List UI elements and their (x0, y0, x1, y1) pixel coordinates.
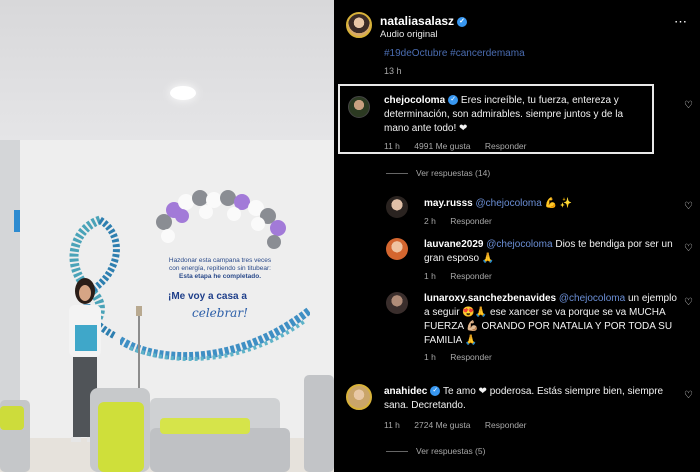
comment-time: 1 h (424, 271, 436, 281)
video-frame[interactable]: Hazdonar esta campana tres veces con ene… (0, 0, 334, 472)
ceiling-lamp (170, 86, 196, 100)
comment-avatar[interactable] (386, 238, 408, 260)
comment-username[interactable]: chejocoloma (384, 95, 445, 106)
view-replies-button[interactable]: Ver respuestas (5) (386, 446, 485, 456)
more-options-icon[interactable]: ⋯ (674, 14, 688, 30)
author-avatar[interactable] (346, 12, 372, 38)
comment-meta: 2 h Responder (424, 216, 504, 226)
balloon-arch (156, 190, 286, 249)
view-replies-label[interactable]: Ver respuestas (5) (416, 446, 485, 456)
comment-mention[interactable]: @chejocoloma (559, 293, 625, 304)
verified-badge-icon: ✓ (448, 95, 459, 106)
comment-username[interactable]: lauvane2029 (424, 239, 484, 250)
author-username[interactable]: nataliasalasz ✓ (380, 14, 468, 28)
comment-avatar[interactable] (386, 196, 408, 218)
waiting-room-sofa (90, 388, 290, 472)
wall-line-3: Esta etapa he completado. (179, 273, 261, 280)
like-heart-icon[interactable]: ♡ (684, 390, 693, 401)
comment-likes[interactable]: 4991 Me gusta (414, 141, 470, 151)
like-heart-icon[interactable]: ♡ (684, 100, 693, 111)
fish-mural (120, 306, 310, 362)
comment-avatar[interactable] (346, 384, 372, 410)
wall-message: Hazdonar esta campana tres veces con ene… (150, 257, 290, 281)
comment-meta: 1 h Responder (424, 352, 504, 362)
wall-line-1: Hazdonar esta campana tres veces (168, 257, 272, 264)
waiting-room-chair-right (304, 375, 334, 472)
comment-text: may.russs @chejocoloma 💪 ✨ (424, 197, 674, 211)
comment-time: 1 h (424, 352, 436, 362)
bell-stand (136, 306, 142, 390)
like-heart-icon[interactable]: ♡ (684, 243, 693, 254)
author-username-text[interactable]: nataliasalasz (380, 14, 454, 28)
comment-text: lauvane2029 @chejocoloma Dios te bendiga… (424, 238, 680, 266)
comment-username[interactable]: lunaroxy.sanchezbenavides (424, 293, 556, 304)
waiting-room-chair-left (0, 400, 30, 472)
comment-time: 11 h (384, 141, 400, 151)
comment-username[interactable]: anahidec (384, 386, 427, 397)
comments-panel: nataliasalasz ✓ Audio original ⋯ #19deOct… (334, 0, 700, 472)
comment-avatar[interactable] (386, 292, 408, 314)
comment-meta: 11 h 2724 Me gusta Responder (384, 420, 539, 430)
like-heart-icon[interactable]: ♡ (684, 297, 693, 308)
comment-meta: 11 h 4991 Me gusta Responder (384, 141, 539, 151)
comment-meta: 1 h Responder (424, 271, 504, 281)
wall-line-2: con energía, repitiendo sin titubear: (169, 265, 271, 272)
replies-divider (386, 451, 408, 453)
reply-button[interactable]: Responder (450, 216, 492, 226)
comment-mention[interactable]: @chejocoloma (476, 198, 542, 209)
reply-button[interactable]: Responder (450, 352, 492, 362)
like-heart-icon[interactable]: ♡ (684, 201, 693, 212)
comment-mention[interactable]: @chejocoloma (486, 239, 552, 250)
comment-text: anahidec ✓ Te amo ❤ poderosa. Estás siemp… (384, 385, 684, 413)
comment-avatar[interactable] (348, 96, 370, 118)
view-replies-button[interactable]: Ver respuestas (14) (386, 168, 490, 178)
post-header: nataliasalasz ✓ Audio original ⋯ (334, 0, 700, 42)
comment-text: lunaroxy.sanchezbenavides @chejocoloma u… (424, 292, 680, 348)
comment-text: chejocoloma ✓ Eres increíble, tu fuerza, … (384, 94, 634, 136)
comment-time: 2 h (424, 216, 436, 226)
reply-button[interactable]: Responder (485, 141, 527, 151)
verified-badge-icon: ✓ (430, 386, 441, 397)
audio-label[interactable]: Audio original (380, 29, 438, 40)
caption-time: 13 h (384, 66, 402, 76)
comment-message: 💪 ✨ (544, 198, 573, 209)
verified-badge-icon: ✓ (457, 16, 468, 27)
comment-username[interactable]: may.russs (424, 198, 473, 209)
comment-time: 11 h (384, 420, 400, 430)
caption-hashtags[interactable]: #19deOctubre #cancerdemama (384, 48, 525, 59)
replies-divider (386, 173, 408, 175)
view-replies-label[interactable]: Ver respuestas (14) (416, 168, 490, 178)
reply-button[interactable]: Responder (485, 420, 527, 430)
side-wall (0, 140, 22, 440)
reply-button[interactable]: Responder (450, 271, 492, 281)
comment-likes[interactable]: 2724 Me gusta (414, 420, 470, 430)
ceiling (0, 0, 334, 150)
